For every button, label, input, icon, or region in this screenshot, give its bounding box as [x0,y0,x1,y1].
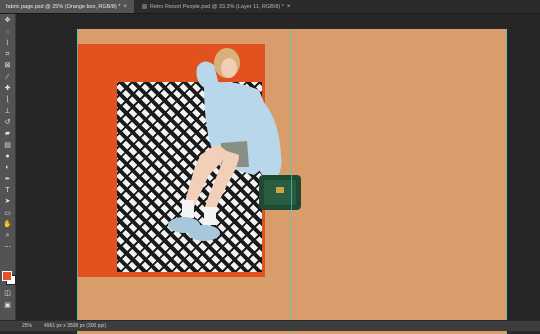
move-icon[interactable]: ✥ [3,16,12,25]
healing-icon[interactable]: ✚ [3,84,12,93]
guide-center [291,29,292,334]
close-icon[interactable]: × [123,4,127,10]
rectangle-icon[interactable]: ▭ [3,209,12,218]
status-bar: 25% 4961 px x 3508 px (300 ppi) [0,320,540,331]
tab-label: Retro Resort People.psd @ 33.3% (Layer 1… [150,3,284,10]
document-icon [142,4,147,9]
foreground-color-swatch[interactable] [2,271,12,281]
eyedropper-icon[interactable]: ⁄ [3,73,12,82]
pen-icon[interactable]: ✒ [3,175,12,184]
more-icon[interactable]: ⋯ [3,243,12,252]
model-photo-layer[interactable] [109,45,309,270]
frame-icon[interactable]: ⊠ [3,61,12,70]
quick-mask-icon[interactable]: ◫ [3,289,12,298]
guide-right [506,29,507,334]
zoom-icon[interactable]: ⌕ [3,231,12,240]
screen-mode-icon[interactable]: ▣ [3,301,12,310]
tab-fabric-page[interactable]: fabric page.psd @ 25% (Orange box, RGB/8… [0,0,134,13]
brush-icon[interactable]: ɭ [3,95,12,104]
zoom-level[interactable]: 25% [22,323,32,329]
lasso-icon[interactable]: ◌ [3,28,12,37]
document-tab-bar: fabric page.psd @ 25% (Orange box, RGB/8… [0,0,540,14]
history-brush-icon[interactable]: ↺ [3,118,12,127]
tab-label: fabric page.psd @ 25% (Orange box, RGB/8… [6,3,121,10]
gradient-icon[interactable]: ▤ [3,141,12,150]
quick-select-icon[interactable]: ⌇ [3,39,12,48]
document-info: 4961 px x 3508 px (300 ppi) [44,323,107,329]
type-icon[interactable]: T [3,186,12,195]
path-select-icon[interactable]: ➤ [3,197,12,206]
eraser-icon[interactable]: ▰ [3,129,12,138]
hand-icon[interactable]: ✋ [3,220,12,229]
tools-panel: ✥ ◌ ⌇ ⌗ ⊠ ⁄ ✚ ɭ ⊥ ↺ ▰ ▤ ● ◐ ✒ T ➤ ▭ ✋ ⌕ … [0,14,16,320]
guide-left [77,29,78,334]
crop-icon[interactable]: ⌗ [3,50,12,59]
close-icon[interactable]: × [287,4,291,10]
blur-icon[interactable]: ● [3,152,12,161]
tab-retro-resort-people[interactable]: Retro Resort People.psd @ 33.3% (Layer 1… [136,0,322,13]
dodge-icon[interactable]: ◐ [3,163,12,172]
document-canvas[interactable] [77,29,507,334]
document-workspace[interactable] [16,14,540,334]
stamp-icon[interactable]: ⊥ [3,107,12,116]
